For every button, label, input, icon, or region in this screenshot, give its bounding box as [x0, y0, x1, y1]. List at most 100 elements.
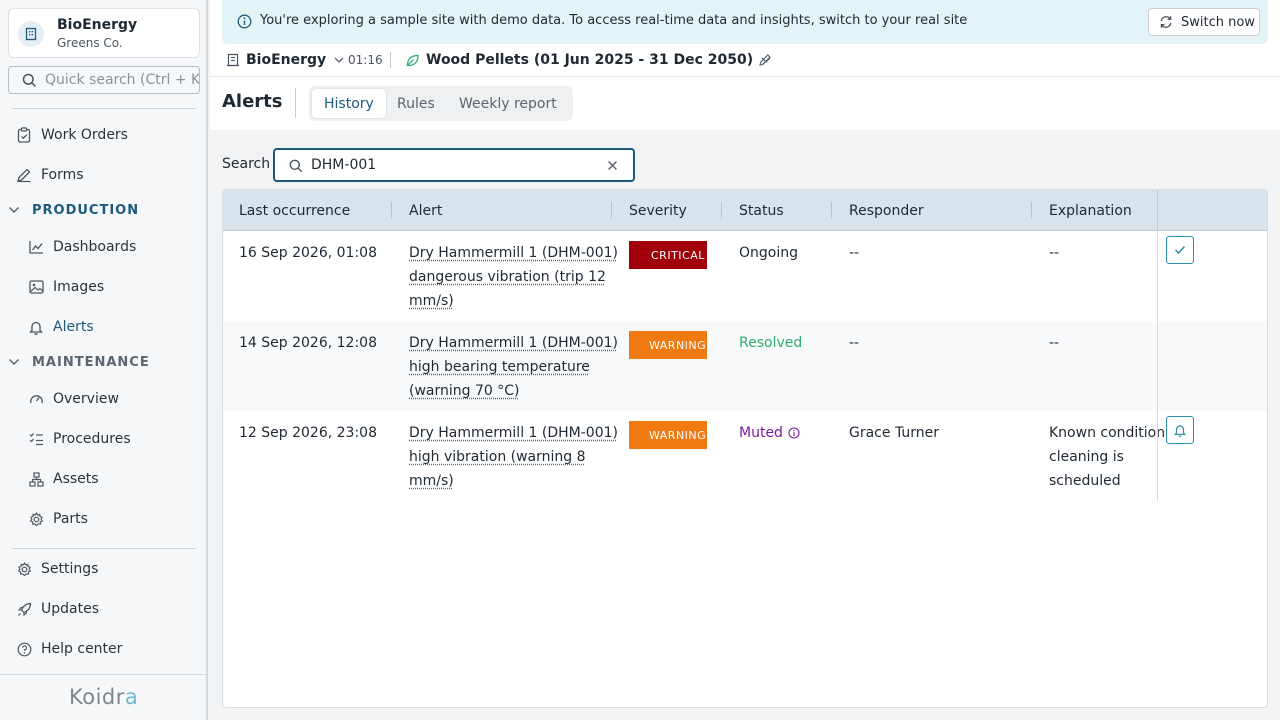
clear-icon[interactable] — [607, 160, 618, 171]
column-header-responder[interactable]: Responder — [849, 190, 924, 231]
sidebar-item-images[interactable]: Images — [28, 271, 104, 303]
sidebar-item-label: Alerts — [53, 319, 94, 335]
column-header-explanation[interactable]: Explanation — [1049, 190, 1132, 231]
responder-text: -- — [849, 245, 860, 261]
sidebar-item-procedures[interactable]: Procedures — [28, 423, 131, 455]
sidebar-item-label: Work Orders — [41, 127, 128, 143]
alert-name-link[interactable]: Dry Hammermill 1 (DHM-001) high vibratio… — [409, 421, 618, 493]
column-header-last-occurrence[interactable]: Last occurrence — [239, 190, 350, 231]
search-icon — [22, 73, 37, 88]
quick-search-placeholder: Quick search (Ctrl + K) — [45, 72, 200, 88]
building-icon — [18, 21, 44, 47]
refresh-icon — [1159, 15, 1173, 29]
sidebar-item-forms[interactable]: Forms — [16, 159, 84, 191]
divider — [210, 76, 1280, 77]
status-text: Muted — [739, 425, 783, 441]
sidebar-item-label: Dashboards — [53, 239, 137, 255]
pencil-icon — [16, 167, 32, 183]
clipboard-icon — [16, 127, 32, 143]
tab-weekly-report[interactable]: Weekly report — [447, 89, 569, 118]
status-muted[interactable]: Muted — [739, 421, 800, 445]
occurrence-time: 14 Sep 2026, 12:08 — [239, 335, 377, 351]
column-header-alert[interactable]: Alert — [409, 190, 442, 231]
sidebar-item-overview[interactable]: Overview — [28, 383, 119, 415]
building-icon — [226, 53, 240, 67]
checklist-icon — [28, 431, 44, 447]
section-label: MAINTENANCE — [32, 354, 150, 370]
divider — [390, 52, 391, 68]
context-bar: BioEnergy 01:16 Wood Pellets (01 Jun 202… — [210, 44, 1280, 76]
sidebar-item-parts[interactable]: Parts — [28, 503, 88, 535]
divider — [295, 88, 296, 118]
product-name: Wood Pellets (01 Jun 2025 - 31 Dec 2050) — [426, 52, 754, 68]
sidebar-item-label: Parts — [53, 511, 88, 527]
sidebar-item-label: Procedures — [53, 431, 131, 447]
column-header-status[interactable]: Status — [739, 190, 784, 231]
question-circle-icon — [16, 641, 32, 657]
switch-now-button[interactable]: Switch now — [1148, 8, 1260, 36]
quick-search-input[interactable]: Quick search (Ctrl + K) — [8, 66, 200, 94]
responder-text: Grace Turner — [849, 425, 939, 441]
site-time: 01:16 — [348, 53, 383, 67]
alert-name-link[interactable]: Dry Hammermill 1 (DHM-001) dangerous vib… — [409, 241, 618, 313]
sidebar-item-alerts[interactable]: Alerts — [28, 311, 94, 343]
responder-text: -- — [849, 335, 860, 351]
severity-badge: WARNING — [629, 331, 707, 359]
status-text: Resolved — [739, 335, 803, 351]
sidebar-item-label: Overview — [53, 391, 119, 407]
bell-icon — [28, 319, 44, 335]
divider — [12, 108, 196, 109]
explanation-text: Known condition cleaning is scheduled — [1049, 425, 1166, 489]
hierarchy-icon — [28, 471, 44, 487]
sidebar-section-maintenance[interactable]: MAINTENANCE — [8, 352, 150, 372]
info-icon[interactable] — [788, 427, 800, 439]
tab-history[interactable]: History — [312, 89, 386, 118]
sidebar-item-label: Settings — [41, 561, 99, 577]
table-row[interactable]: 12 Sep 2026, 23:08 Dry Hammermill 1 (DHM… — [223, 411, 1267, 501]
table-row[interactable]: 14 Sep 2026, 12:08 Dry Hammermill 1 (DHM… — [223, 321, 1267, 411]
alert-name-link[interactable]: Dry Hammermill 1 (DHM-001) high bearing … — [409, 331, 618, 403]
cog-icon — [28, 511, 44, 527]
severity-badge: CRITICAL — [629, 241, 707, 269]
search-input[interactable]: DHM-001 — [273, 148, 635, 182]
column-resize-handle[interactable] — [721, 202, 722, 219]
org-switcher[interactable]: BioEnergy Greens Co. — [8, 8, 200, 58]
leaf-icon — [405, 53, 420, 68]
product-selector[interactable]: Wood Pellets (01 Jun 2025 - 31 Dec 2050) — [405, 44, 771, 76]
column-resize-handle[interactable] — [831, 202, 832, 219]
sidebar-item-settings[interactable]: Settings — [16, 553, 98, 585]
tab-rules[interactable]: Rules — [385, 89, 447, 118]
sidebar-item-assets[interactable]: Assets — [28, 463, 99, 495]
divider — [12, 548, 196, 549]
sidebar-section-production[interactable]: PRODUCTION — [8, 200, 139, 220]
sidebar-item-work-orders[interactable]: Work Orders — [16, 119, 128, 151]
gauge-icon — [28, 391, 44, 407]
column-resize-handle[interactable] — [391, 202, 392, 219]
acknowledge-button[interactable] — [1166, 236, 1194, 264]
site-name: BioEnergy — [246, 52, 327, 68]
sidebar-item-label: Assets — [53, 471, 99, 487]
edit-pencil-icon[interactable] — [758, 44, 772, 76]
tab-bar: History Rules Weekly report — [309, 86, 573, 121]
check-icon — [1174, 245, 1186, 255]
table-header: Last occurrence Alert Severity Status Re… — [223, 190, 1267, 231]
chevron-down-icon — [334, 57, 344, 63]
sidebar-item-label: Images — [53, 279, 105, 295]
search-label: Search — [222, 156, 271, 172]
sidebar-item-updates[interactable]: Updates — [16, 593, 99, 625]
unmute-button[interactable] — [1166, 416, 1194, 444]
sidebar-item-dashboards[interactable]: Dashboards — [28, 231, 136, 263]
column-resize-handle[interactable] — [611, 202, 612, 219]
column-header-severity[interactable]: Severity — [629, 190, 687, 231]
search-value: DHM-001 — [311, 157, 377, 173]
chevron-down-icon — [8, 206, 24, 214]
sidebar-item-help-center[interactable]: Help center — [16, 633, 122, 665]
site-selector[interactable]: BioEnergy — [226, 44, 344, 76]
org-company: Greens Co. — [57, 36, 123, 50]
divider — [1157, 231, 1158, 501]
table-row[interactable]: 16 Sep 2026, 01:08 Dry Hammermill 1 (DHM… — [223, 231, 1267, 321]
info-icon — [237, 14, 252, 29]
severity-badge: WARNING — [629, 421, 707, 449]
demo-banner: You're exploring a sample site with demo… — [222, 0, 1268, 44]
column-resize-handle[interactable] — [1031, 202, 1032, 219]
